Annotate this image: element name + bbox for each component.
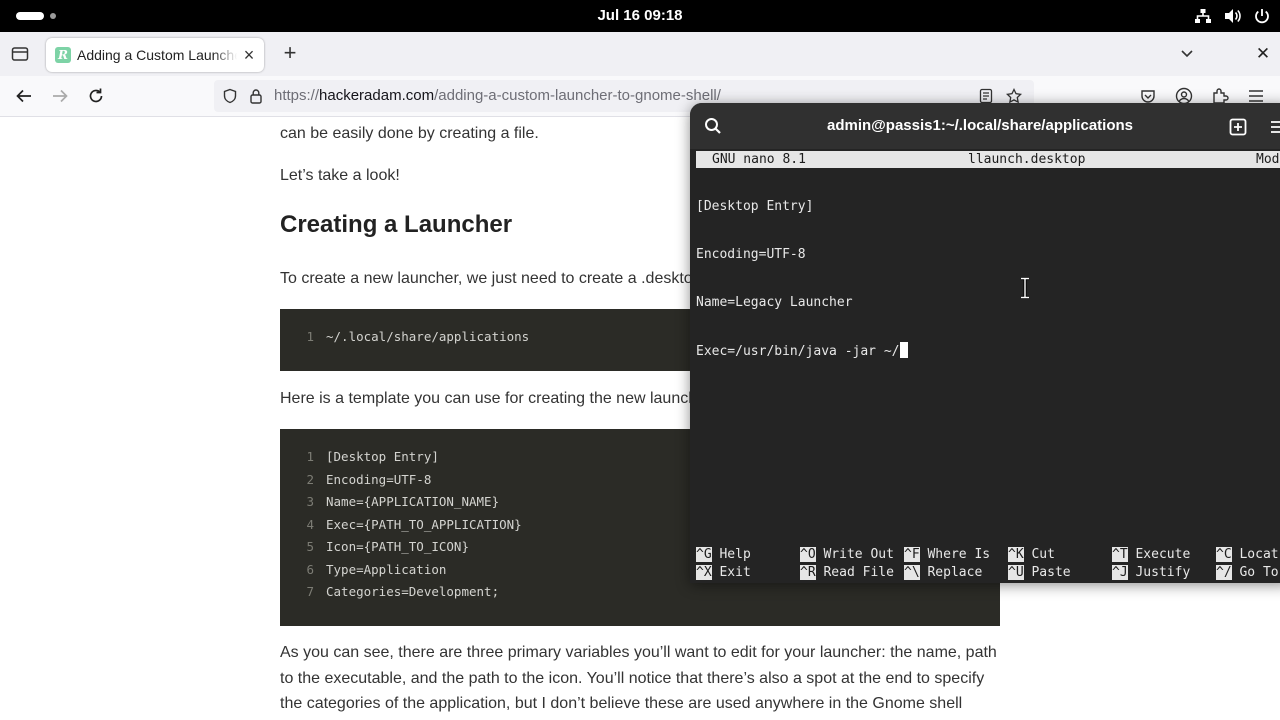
- gnome-top-bar: Jul 16 09:18: [0, 0, 1280, 32]
- window-close-icon[interactable]: ✕: [1252, 42, 1274, 66]
- workspace-dot[interactable]: [50, 13, 56, 19]
- editor-line[interactable]: [Desktop Entry]: [696, 198, 1280, 216]
- tab-title: Adding a Custom Launcher to Gnome Shell: [77, 47, 237, 63]
- code-line: 1 [Desktop Entry]: [306, 449, 439, 464]
- forward-arrow-icon[interactable]: [48, 84, 72, 108]
- new-terminal-tab-icon[interactable]: [1228, 117, 1248, 137]
- nano-filename: llaunch.desktop: [968, 152, 1086, 167]
- terminal-menu-icon[interactable]: [1268, 117, 1280, 137]
- code-line: 5 Icon={PATH_TO_ICON}: [306, 539, 469, 554]
- power-icon[interactable]: [1254, 8, 1270, 24]
- chevron-down-icon[interactable]: [1176, 42, 1198, 66]
- paragraph-3-line-1: As you can see, there are three primary …: [280, 644, 997, 661]
- shortcut-justify[interactable]: ^J Justify: [1112, 564, 1190, 582]
- reload-icon[interactable]: [84, 84, 108, 108]
- code-line: 1 ~/.local/share/applications: [306, 329, 530, 344]
- nano-version: GNU nano 8.1: [712, 152, 806, 167]
- section-heading: Creating a Launcher: [280, 211, 513, 238]
- shortcut-replace[interactable]: ^\ Replace: [904, 564, 982, 582]
- shortcut-execute[interactable]: ^T Execute: [1112, 546, 1190, 564]
- tab-active[interactable]: R Adding a Custom Launcher to Gnome Shel…: [46, 38, 264, 72]
- shield-icon[interactable]: [222, 88, 238, 104]
- editor-line-current[interactable]: Exec=/usr/bin/java -jar ~/: [696, 342, 1280, 360]
- clock[interactable]: Jul 16 09:18: [597, 7, 682, 24]
- shortcut-write-out[interactable]: ^O Write Out: [800, 546, 894, 564]
- nano-title-bar: GNU nano 8.1 llaunch.desktop Mod: [696, 151, 1280, 168]
- shortcut-help[interactable]: ^G Help: [696, 546, 751, 564]
- network-icon[interactable]: [1194, 8, 1212, 24]
- paragraph-3-line-2: to the executable, and the path to the i…: [280, 670, 985, 687]
- shortcut-read-file[interactable]: ^R Read File: [800, 564, 894, 582]
- nano-modified-status: Mod: [1256, 152, 1280, 167]
- activities-indicator[interactable]: [16, 12, 44, 20]
- reader-view-icon[interactable]: [978, 88, 994, 104]
- nano-editor-area[interactable]: [Desktop Entry] Encoding=UTF-8 Name=Lega…: [696, 168, 1280, 390]
- system-tray[interactable]: [1194, 0, 1270, 32]
- shortcut-exit[interactable]: ^X Exit: [696, 564, 751, 582]
- tab-overview-icon[interactable]: [8, 43, 32, 65]
- back-arrow-icon[interactable]: [12, 84, 36, 108]
- url-text[interactable]: https://hackeradam.com/adding-a-custom-l…: [274, 80, 721, 112]
- terminal-title: admin@passis1:~/.local/share/application…: [827, 117, 1133, 134]
- terminal-window[interactable]: admin@passis1:~/.local/share/application…: [690, 103, 1280, 583]
- shortcut-paste[interactable]: ^U Paste: [1008, 564, 1071, 582]
- paragraph-3-line-3: the categories of the application, but I…: [280, 695, 963, 712]
- text-cursor: [899, 342, 908, 358]
- lock-icon[interactable]: [248, 88, 264, 104]
- code-line: 7 Categories=Development;: [306, 584, 500, 599]
- bookmark-star-icon[interactable]: [1006, 88, 1022, 104]
- terminal-header-bar[interactable]: admin@passis1:~/.local/share/application…: [690, 103, 1280, 149]
- code-line: 2 Encoding=UTF-8: [306, 471, 432, 487]
- editor-line[interactable]: Encoding=UTF-8: [696, 246, 1280, 264]
- code-line: 4 Exec={PATH_TO_APPLICATION}: [306, 516, 522, 532]
- shortcut-go-to[interactable]: ^/ Go To: [1216, 564, 1279, 582]
- code-line: 3 Name={APPLICATION_NAME}: [306, 494, 500, 509]
- new-tab-button[interactable]: +: [278, 42, 302, 66]
- browser-tab-bar: R Adding a Custom Launcher to Gnome Shel…: [0, 32, 1280, 76]
- site-favicon-icon: R: [55, 47, 71, 63]
- shortcut-location[interactable]: ^C Locat: [1216, 546, 1279, 564]
- editor-line[interactable]: Name=Legacy Launcher: [696, 294, 1280, 312]
- shortcut-cut[interactable]: ^K Cut: [1008, 546, 1055, 564]
- volume-icon[interactable]: [1224, 8, 1242, 24]
- shortcut-where-is[interactable]: ^F Where Is: [904, 546, 990, 564]
- tab-close-icon[interactable]: ×: [240, 46, 258, 64]
- code-line: 6 Type=Application: [306, 561, 447, 577]
